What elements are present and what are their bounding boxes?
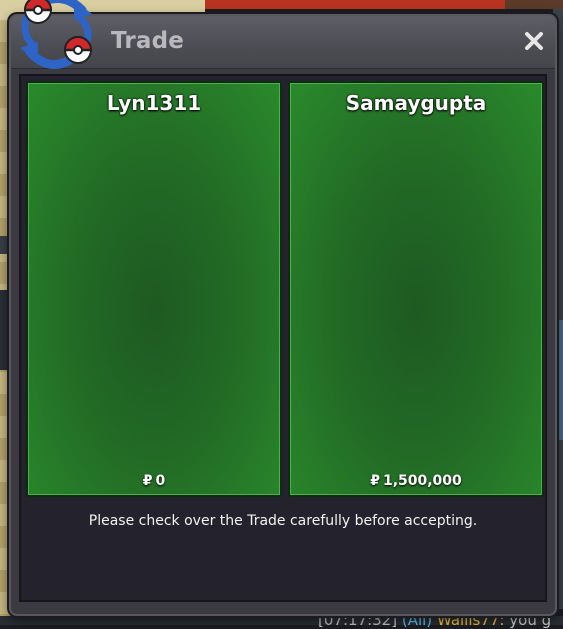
trade-content: Lyn1311 ₽0 Samaygupta ₽1,500,000 Please … — [19, 74, 547, 602]
pokedollar-icon: ₽ — [370, 473, 380, 489]
trade-window: Trade Lyn1311 ₽0 Samaygupta ₽1,500,000 P… — [9, 14, 557, 616]
pokedollar-icon: ₽ — [142, 473, 153, 489]
offer-panel-partner[interactable]: Samaygupta ₽1,500,000 — [288, 81, 544, 497]
window-title: Trade — [111, 28, 185, 54]
pokeball-swap-icon — [20, 0, 93, 69]
money-amount: 0 — [155, 473, 166, 489]
money-offer[interactable]: ₽1,500,000 — [290, 473, 542, 489]
player-name: Lyn1311 — [106, 91, 202, 115]
game-background — [205, 0, 505, 9]
offer-panel-self[interactable]: Lyn1311 ₽0 — [26, 81, 282, 497]
close-x-icon — [525, 32, 543, 50]
trade-notice: Please check over the Trade carefully be… — [88, 513, 478, 529]
game-background — [557, 320, 563, 440]
game-background — [505, 0, 563, 9]
close-button[interactable] — [521, 28, 547, 54]
player-name: Samaygupta — [345, 91, 487, 115]
money-offer[interactable]: ₽0 — [28, 473, 280, 489]
money-amount: 1,500,000 — [382, 473, 462, 489]
